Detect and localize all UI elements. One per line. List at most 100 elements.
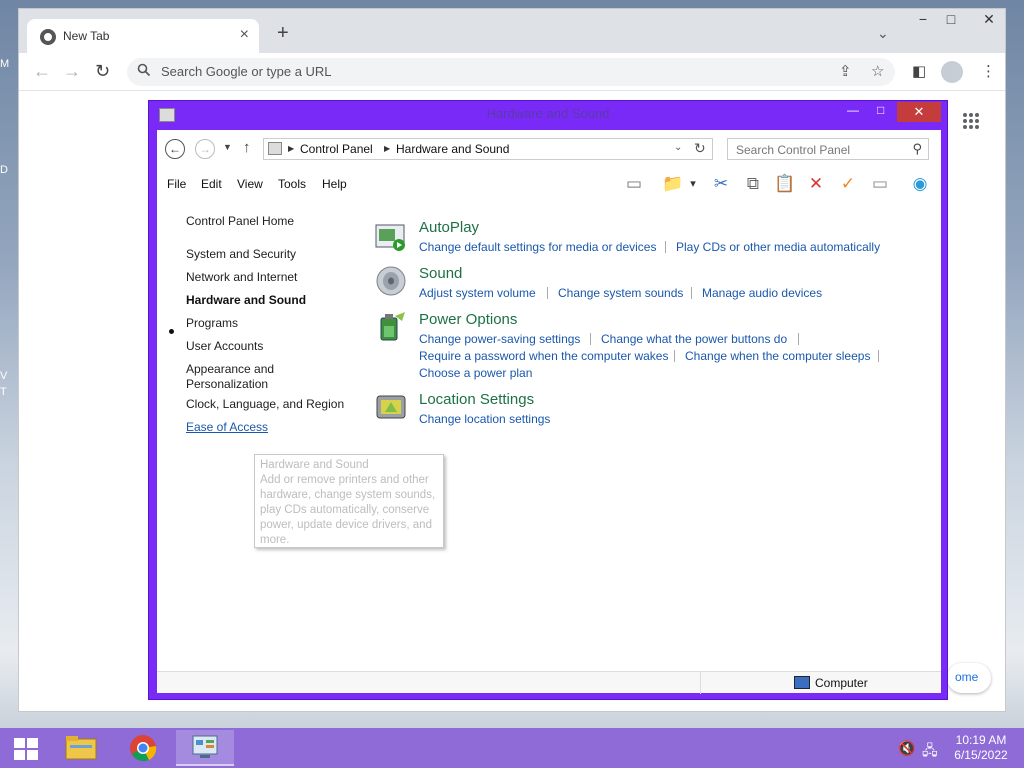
category-title-power-options[interactable]: Power Options [419,311,517,328]
tab-new-tab[interactable]: New Tab × [27,19,259,53]
nav-clock-language-region[interactable]: Clock, Language, and Region [186,397,344,412]
link-play-cds-automatically[interactable]: Play CDs or other media automatically [676,240,880,254]
properties-icon[interactable]: ▭ [869,173,891,195]
control-panel-icon [268,142,282,155]
nav-programs[interactable]: Programs [186,316,238,331]
bookmark-star-icon[interactable]: ☆ [871,62,884,80]
omnibox-placeholder: Search Google or type a URL [161,64,332,79]
cp-minimize-button[interactable]: — [847,103,859,117]
customize-chrome-button[interactable]: ome [947,663,991,693]
network-icon[interactable]: 🖧 [922,740,938,764]
breadcrumb-control-panel[interactable]: Control Panel [300,142,373,156]
layout-icon[interactable]: ▭ [623,173,645,195]
copy-icon[interactable]: ⧉ [742,173,764,195]
checkmark-icon[interactable]: ✓ [837,173,859,195]
chevron-down-icon[interactable]: ⌄ [674,142,682,153]
maximize-button[interactable]: □ [931,11,971,33]
link-require-password-on-wake[interactable]: Require a password when the computer wak… [419,349,668,363]
profile-avatar[interactable] [941,61,963,83]
link-adjust-system-volume[interactable]: Adjust system volume [419,286,536,300]
taskbar-file-explorer[interactable] [52,730,110,766]
search-control-panel-input[interactable]: Search Control Panel ⚲ [727,138,929,160]
nav-system-and-security[interactable]: System and Security [186,247,296,262]
link-separator [878,350,879,362]
forward-button[interactable]: → [63,61,81,82]
taskbar-chrome[interactable] [114,730,172,766]
menu-help[interactable]: Help [322,177,347,191]
link-change-default-media-settings[interactable]: Change default settings for media or dev… [419,240,656,254]
close-window-button[interactable]: ✕ [969,11,1009,33]
new-tab-button[interactable]: + [277,23,289,43]
menu-bar: File Edit View Tools Help ▭ 📁 ▾ ✂ ⧉ 📋 ✕ … [157,170,941,198]
address-bar[interactable]: ▶ Control Panel ▶ Hardware and Sound ⌄ ↻ [263,138,713,160]
desktop-icon-label: T [0,386,7,398]
taskbar-control-panel[interactable] [176,730,234,766]
breadcrumb-hardware-and-sound[interactable]: Hardware and Sound [396,142,509,156]
tooltip: Hardware and Sound Add or remove printer… [254,454,444,548]
status-divider [700,672,701,694]
search-placeholder: Search Control Panel [736,143,851,157]
menu-tools[interactable]: Tools [278,177,306,191]
control-panel-icon [192,735,218,758]
windows-start-icon[interactable] [14,738,38,760]
volume-muted-icon[interactable]: 🔇 [898,740,915,757]
link-computer-sleeps[interactable]: Change when the computer sleeps [685,349,870,363]
delete-icon[interactable]: ✕ [805,173,827,195]
back-button[interactable]: ← [33,61,51,82]
reload-button[interactable]: ↻ [95,61,110,82]
category-title-location-settings[interactable]: Location Settings [419,391,534,408]
nav-control-panel-home[interactable]: Control Panel Home [186,214,294,229]
cp-forward-button[interactable]: → [195,139,215,159]
link-manage-audio-devices[interactable]: Manage audio devices [702,286,822,300]
tab-strip: New Tab × + ⌄ − □ ✕ [19,9,1005,53]
link-choose-power-plan[interactable]: Choose a power plan [419,366,532,380]
nav-network-and-internet[interactable]: Network and Internet [186,270,297,285]
chevron-down-icon[interactable]: ▾ [687,173,699,195]
category-title-autoplay[interactable]: AutoPlay [419,219,479,236]
desktop-icon-label: D [0,164,8,176]
tab-title: New Tab [63,29,110,43]
omnibox[interactable]: Search Google or type a URL ⇪ ☆ [127,58,895,86]
menu-file[interactable]: File [167,177,186,191]
globe-icon[interactable]: ◉ [909,173,931,195]
link-change-system-sounds[interactable]: Change system sounds [558,286,683,300]
chrome-menu-icon[interactable]: ⋮ [981,62,996,80]
up-level-button[interactable]: ↑ [243,139,251,156]
category-title-sound[interactable]: Sound [419,265,462,282]
link-change-power-saving-settings[interactable]: Change power-saving settings [419,332,580,346]
nav-hardware-and-sound[interactable]: Hardware and Sound [186,293,306,308]
speaker-icon [376,266,406,296]
link-power-buttons[interactable]: Change what the power buttons do [601,332,787,346]
nav-user-accounts[interactable]: User Accounts [186,339,263,354]
share-icon[interactable]: ⇪ [839,62,852,80]
cp-back-button[interactable]: ← [165,139,185,159]
status-text: Computer [815,676,868,690]
link-separator [590,333,591,345]
computer-icon [794,676,810,689]
cp-maximize-button[interactable]: □ [877,103,884,117]
link-change-location-settings[interactable]: Change location settings [419,412,550,426]
location-device-icon [376,395,406,419]
google-apps-icon[interactable] [963,113,979,129]
search-icon[interactable]: ⚲ [912,141,922,157]
close-tab-icon[interactable]: × [240,26,249,44]
cp-close-button[interactable]: ✕ [897,102,941,122]
nav-ease-of-access[interactable]: Ease of Access [186,420,268,435]
desktop-icon-label: M [0,58,10,70]
refresh-icon[interactable]: ↻ [694,140,706,157]
tab-search-button[interactable]: ⌄ [877,25,889,42]
menu-edit[interactable]: Edit [201,177,222,191]
system-clock[interactable]: 10:19 AM 6/15/2022 [952,733,1010,763]
control-panel-window: Hardware and Sound — □ ✕ ← → ▼ ↑ ▶ Contr… [148,100,948,700]
folder-options-icon[interactable]: 📁 [662,173,684,195]
recent-locations-dropdown[interactable]: ▼ [223,142,232,152]
clock-date: 6/15/2022 [954,748,1008,762]
window-title: Hardware and Sound [486,106,610,121]
cut-icon[interactable]: ✂ [710,173,732,195]
address-row: ← → ▼ ↑ ▶ Control Panel ▶ Hardware and S… [157,130,941,170]
nav-appearance-and-personalization[interactable]: Appearance and Personalization [186,362,296,392]
menu-view[interactable]: View [237,177,263,191]
side-panel-icon[interactable]: ◧ [912,62,926,80]
link-separator [547,287,548,299]
paste-icon[interactable]: 📋 [774,173,796,195]
